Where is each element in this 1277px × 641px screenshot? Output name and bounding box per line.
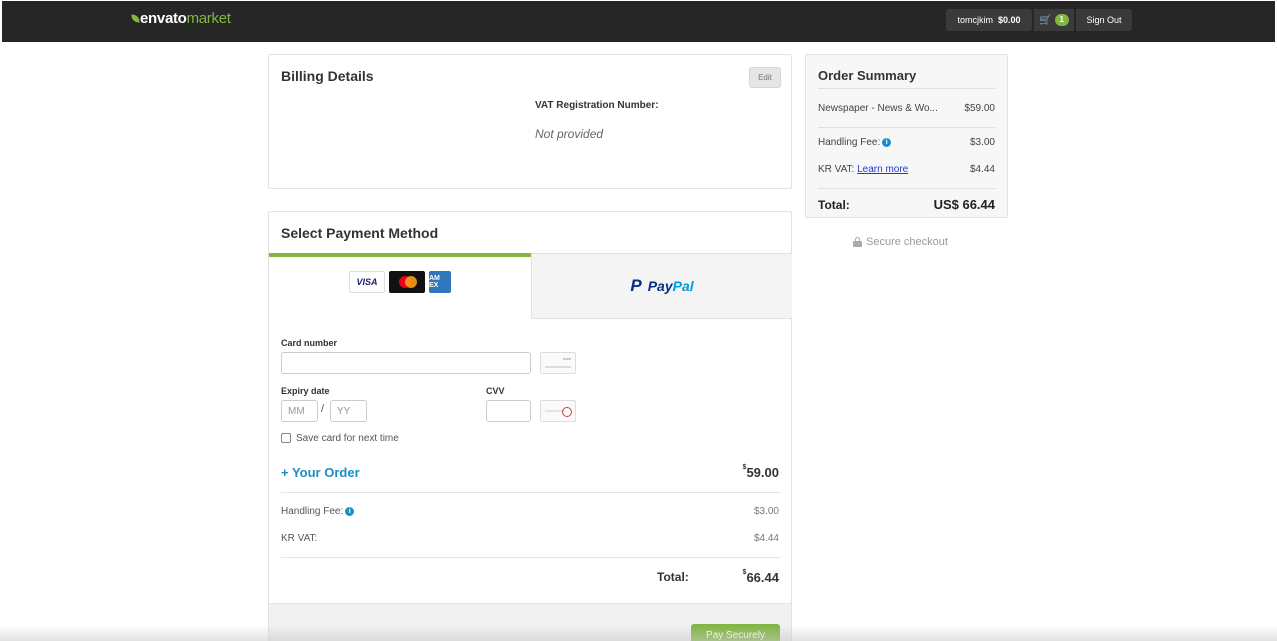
- handling-fee-label: Handling Fee: i: [281, 506, 355, 517]
- order-amount: $59.00: [742, 464, 779, 480]
- summary-total-value: US$ 66.44: [933, 197, 995, 212]
- payment-method-card: Select Payment Method VISA AM EX P PayPa…: [268, 211, 792, 641]
- account-balance: $0.00: [997, 15, 1021, 25]
- cvv-label: CVV: [486, 386, 505, 396]
- edit-billing-button[interactable]: Edit: [749, 67, 781, 88]
- envato-leaf-icon: [131, 13, 140, 24]
- amex-icon: AM EX: [429, 271, 451, 293]
- paypal-icon: P: [630, 276, 642, 295]
- learn-more-link[interactable]: Learn more: [857, 164, 908, 175]
- summary-handling-fee-label: Handling Fee: i: [818, 137, 892, 148]
- payment-footer: Pay Securely: [269, 603, 791, 641]
- top-bar: envato market tomcjkim $0.00 🛒 1 Sign Ou…: [2, 1, 1275, 42]
- divider: [818, 88, 996, 89]
- cart-count-badge: 1: [1054, 14, 1069, 26]
- tab-paypal[interactable]: P PayPal: [531, 253, 792, 319]
- expiry-year-input[interactable]: [330, 400, 367, 422]
- visa-icon: VISA: [349, 271, 385, 293]
- username: tomcjkim: [957, 15, 993, 25]
- card-number-input[interactable]: [281, 352, 531, 374]
- cart-button[interactable]: 🛒 1: [1034, 9, 1074, 31]
- save-card-label[interactable]: Save card for next time: [296, 433, 399, 444]
- expiry-month-input[interactable]: [281, 400, 318, 422]
- info-icon[interactable]: i: [882, 138, 892, 147]
- card-glyph-icon: [540, 352, 576, 374]
- logo-envato-text: envato: [140, 10, 187, 27]
- summary-item-price: $59.00: [964, 103, 995, 114]
- kr-vat-value: $4.44: [753, 533, 779, 544]
- cvv-glyph-icon: [540, 400, 576, 422]
- secure-checkout-note: Secure checkout: [853, 236, 948, 248]
- handling-fee-value: $3.00: [753, 506, 779, 517]
- billing-details-title: Billing Details: [281, 68, 374, 84]
- total-amount: $66.44: [742, 569, 779, 585]
- divider: [818, 188, 996, 189]
- sign-out-button[interactable]: Sign Out: [1076, 9, 1132, 31]
- pay-securely-button[interactable]: Pay Securely: [691, 624, 780, 641]
- save-card-checkbox[interactable]: [281, 433, 291, 443]
- summary-item-name: Newspaper - News & Wo...: [818, 103, 938, 114]
- order-summary-title: Order Summary: [818, 68, 917, 83]
- summary-total-label: Total:: [818, 198, 850, 212]
- summary-vat-label: KR VAT: Learn more: [818, 164, 909, 175]
- logo-market-text: market: [186, 10, 231, 27]
- billing-details-card: Billing Details Edit VAT Registration Nu…: [268, 54, 792, 189]
- user-account-button[interactable]: tomcjkim $0.00: [946, 9, 1032, 31]
- tab-credit-card[interactable]: VISA AM EX: [269, 253, 531, 319]
- card-brands: VISA AM EX: [349, 271, 451, 293]
- card-number-label: Card number: [281, 338, 338, 348]
- vat-registration-value: Not provided: [535, 127, 604, 141]
- envato-market-logo[interactable]: envato market: [131, 10, 231, 27]
- cart-icon: 🛒: [1039, 14, 1052, 26]
- payment-method-title: Select Payment Method: [281, 225, 439, 241]
- secure-checkout-text: Secure checkout: [866, 236, 948, 248]
- your-order-toggle[interactable]: + Your Order: [281, 465, 360, 480]
- expiry-date-label: Expiry date: [281, 386, 330, 396]
- order-summary-card: Order Summary Newspaper - News & Wo... $…: [805, 54, 1008, 218]
- divider: [818, 127, 996, 128]
- mastercard-icon: [389, 271, 425, 293]
- lock-icon: [853, 237, 862, 247]
- expiry-separator: /: [321, 403, 325, 415]
- cvv-input[interactable]: [486, 400, 531, 422]
- paypal-wordmark: PayPal: [647, 278, 694, 294]
- summary-vat-value: $4.44: [969, 164, 995, 175]
- summary-handling-fee-value: $3.00: [969, 137, 995, 148]
- vat-registration-label: VAT Registration Number:: [535, 100, 659, 111]
- kr-vat-label: KR VAT:: [281, 533, 318, 544]
- info-icon[interactable]: i: [345, 507, 355, 516]
- divider: [281, 557, 781, 558]
- total-label: Total:: [657, 570, 689, 584]
- divider: [281, 492, 781, 493]
- checkout-page: envato market tomcjkim $0.00 🛒 1 Sign Ou…: [0, 0, 1277, 641]
